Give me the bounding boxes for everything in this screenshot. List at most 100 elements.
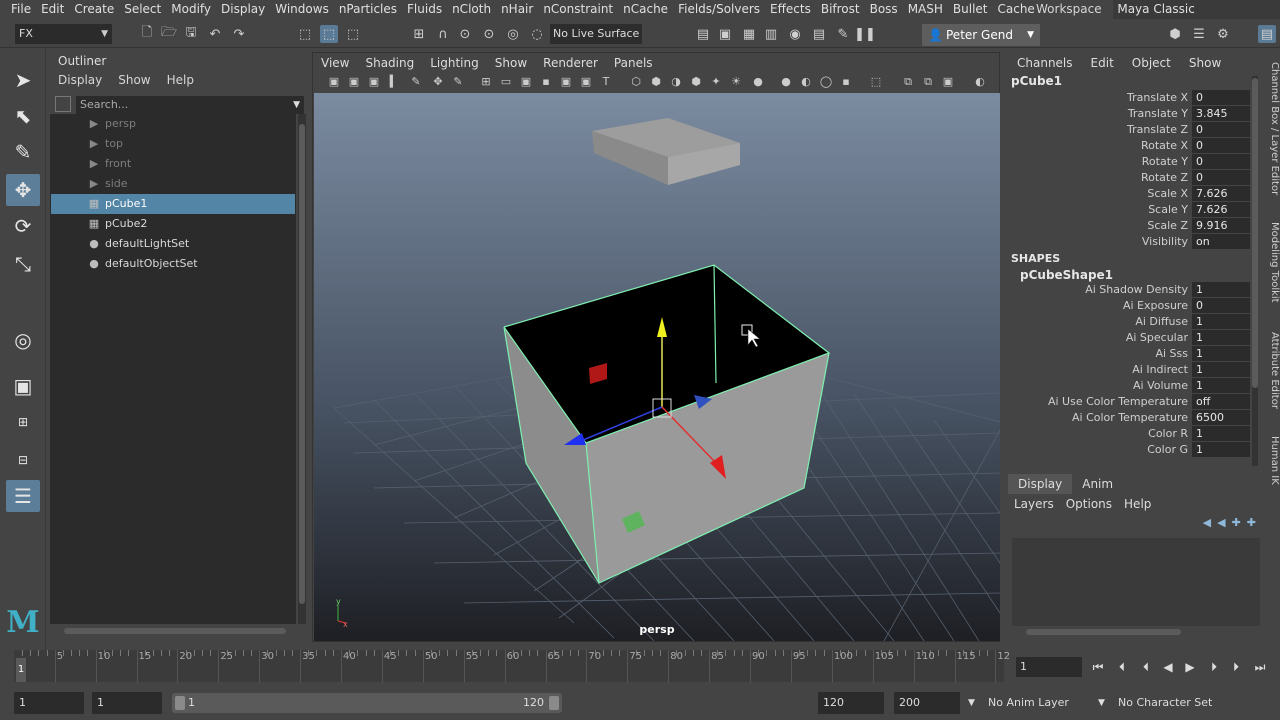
resolution-gate-icon[interactable]: ▣ <box>519 75 533 89</box>
menu-set-dropdown[interactable]: FX ▼ <box>15 24 112 44</box>
channel-value[interactable]: 1 <box>1192 442 1250 457</box>
menu-select[interactable]: Select <box>119 0 166 19</box>
channel-row[interactable]: Translate X 0 <box>1008 90 1252 106</box>
select-hierarchy-icon[interactable]: ⬚ <box>296 25 314 43</box>
tab-human-ik[interactable]: Human IK <box>1264 436 1280 485</box>
channel-value[interactable]: 1 <box>1192 426 1250 441</box>
camera-select-icon[interactable]: ▣ <box>327 75 341 89</box>
render-frame-icon[interactable]: ▣ <box>716 25 734 43</box>
channel-value[interactable]: 1 <box>1192 282 1250 297</box>
menu-nconstraint[interactable]: nConstraint <box>538 0 618 19</box>
rotate-tool-icon[interactable]: ⟳ <box>6 210 40 242</box>
undo-icon[interactable]: ↶ <box>206 25 224 43</box>
tab-modeling-toolkit[interactable]: Modeling Toolkit <box>1264 222 1280 303</box>
channel-value[interactable]: 1 <box>1192 378 1250 393</box>
last-tool-icon[interactable]: ◎ <box>6 324 40 356</box>
scene-view[interactable]: y x persp <box>314 93 1005 642</box>
wireframe-icon[interactable]: ⬡ <box>629 75 643 89</box>
channel-value[interactable]: 1 <box>1192 314 1250 329</box>
snap-view-icon[interactable]: ⊙ <box>480 25 498 43</box>
camera-attr-icon[interactable]: ▣ <box>347 75 361 89</box>
channel-value[interactable]: 0 <box>1192 138 1250 153</box>
range-start-handle[interactable] <box>175 696 185 710</box>
attribute-editor-icon[interactable]: ☰ <box>1190 25 1208 43</box>
motion-blur-icon[interactable]: ● <box>779 75 793 89</box>
outliner-layout-icon[interactable]: ☰ <box>6 480 40 512</box>
render-view-icon[interactable]: ▤ <box>694 25 712 43</box>
layer-menu-layers[interactable]: Layers <box>1008 494 1060 514</box>
hypershade-icon[interactable]: ▤ <box>810 25 828 43</box>
outliner-menu-display[interactable]: Display <box>50 70 110 90</box>
channel-row[interactable]: Rotate Y 0 <box>1008 154 1252 170</box>
menu-display[interactable]: Display <box>216 0 270 19</box>
move-layer-up-icon[interactable]: ◀ <box>1203 516 1211 529</box>
channel-row[interactable]: Color R 1 <box>1008 426 1252 442</box>
menu-boss[interactable]: Boss <box>865 0 903 19</box>
new-scene-icon[interactable]: 🗋 <box>138 25 156 43</box>
tab-channel-box[interactable]: Channel Box / Layer Editor <box>1264 62 1280 195</box>
menu-fields-solvers[interactable]: Fields/Solvers <box>673 0 765 19</box>
channel-row[interactable]: Ai Diffuse 1 <box>1008 314 1252 330</box>
bookmark-icon[interactable]: ▣ <box>367 75 381 89</box>
workspace-dropdown[interactable]: Maya Classic <box>1113 0 1280 19</box>
select-component-icon[interactable]: ⬚ <box>344 25 362 43</box>
channel-row[interactable]: Translate Y 3.845 <box>1008 106 1252 122</box>
menu-modify[interactable]: Modify <box>166 0 216 19</box>
channel-row[interactable]: Visibility on <box>1008 234 1252 250</box>
menu-file[interactable]: File <box>0 0 36 19</box>
channel-value[interactable]: 1 <box>1192 330 1250 345</box>
xray-joints-icon[interactable]: ⧉ <box>901 75 915 89</box>
channel-value[interactable]: 0 <box>1192 298 1250 313</box>
step-forward-key-icon[interactable]: ⏵ <box>1226 657 1246 677</box>
channel-value[interactable]: 0 <box>1192 90 1250 105</box>
filter-icon[interactable] <box>55 96 71 112</box>
search-input[interactable]: Search... ▼ <box>76 96 304 114</box>
outliner-vertical-scrollbar[interactable] <box>298 114 306 624</box>
list-item[interactable]: ▦ pCube1 <box>51 194 295 214</box>
channel-menu-show[interactable]: Show <box>1180 54 1230 72</box>
animation-start-field[interactable]: 1 <box>14 692 84 714</box>
channel-row[interactable]: Ai Color Temperature 6500 <box>1008 410 1252 426</box>
pause-icon[interactable]: ❚❚ <box>854 25 876 43</box>
go-to-end-icon[interactable]: ⏭ <box>1250 657 1270 677</box>
snap-live-icon[interactable]: ◌ <box>528 25 546 43</box>
channel-box-scrollbar[interactable] <box>1252 76 1258 466</box>
channel-menu-edit[interactable]: Edit <box>1082 54 1123 72</box>
tool-settings-icon[interactable]: ⚙ <box>1214 25 1232 43</box>
channel-row[interactable]: Rotate Z 0 <box>1008 170 1252 186</box>
menu-nhair[interactable]: nHair <box>496 0 538 19</box>
menu-bifrost[interactable]: Bifrost <box>816 0 865 19</box>
pencil-icon[interactable]: ✎ <box>451 75 465 89</box>
anim-layer-dropdown[interactable]: ▼ No Anim Layer <box>968 692 1069 714</box>
step-forward-frame-icon[interactable]: ⏵ <box>1204 657 1224 677</box>
channel-value[interactable]: 0 <box>1192 154 1250 169</box>
scroll-thumb[interactable] <box>1026 629 1181 635</box>
menu-mash[interactable]: MASH <box>903 0 948 19</box>
channel-value[interactable]: 0 <box>1192 170 1250 185</box>
four-view-icon[interactable]: ⊞ <box>6 406 40 438</box>
playback-end-field[interactable]: 120 <box>818 692 884 714</box>
move-layer-down-icon[interactable]: ◀ <box>1217 516 1225 529</box>
grease-pencil-icon[interactable]: ✎ <box>409 75 423 89</box>
new-layer-selected-icon[interactable]: ✚ <box>1247 516 1256 529</box>
play-forwards-icon[interactable]: ▶ <box>1180 657 1200 677</box>
channel-row[interactable]: Ai Use Color Temperature off <box>1008 394 1252 410</box>
safe-title-icon[interactable]: T <box>599 75 613 89</box>
go-to-start-icon[interactable]: ⏮ <box>1088 657 1108 677</box>
menu-create[interactable]: Create <box>69 0 119 19</box>
isolate-select-icon[interactable]: ▪ <box>839 75 853 89</box>
channel-value[interactable]: 0 <box>1192 122 1250 137</box>
time-slider[interactable]: 5 10 15 20 25 30 35 40 45 50 55 60 65 70 75 80 85 90 95 100… <box>0 650 1280 686</box>
menu-windows[interactable]: Windows <box>270 0 334 19</box>
live-surface-field[interactable]: No Live Surface <box>550 24 642 44</box>
channel-row[interactable]: Ai Shadow Density 1 <box>1008 282 1252 298</box>
single-view-icon[interactable]: ▣ <box>6 370 40 402</box>
hud-icon[interactable]: ▣ <box>941 75 955 89</box>
xray-icon[interactable]: ⬚ <box>869 75 883 89</box>
menu-bullet[interactable]: Bullet <box>948 0 993 19</box>
menu-nparticles[interactable]: nParticles <box>334 0 402 19</box>
step-back-frame-icon[interactable]: ⏴ <box>1136 657 1156 677</box>
xray-components-icon[interactable]: ⧉ <box>921 75 935 89</box>
ipr-render-icon[interactable]: ▦ <box>740 25 758 43</box>
menu-cache[interactable]: Cache <box>992 0 1039 19</box>
